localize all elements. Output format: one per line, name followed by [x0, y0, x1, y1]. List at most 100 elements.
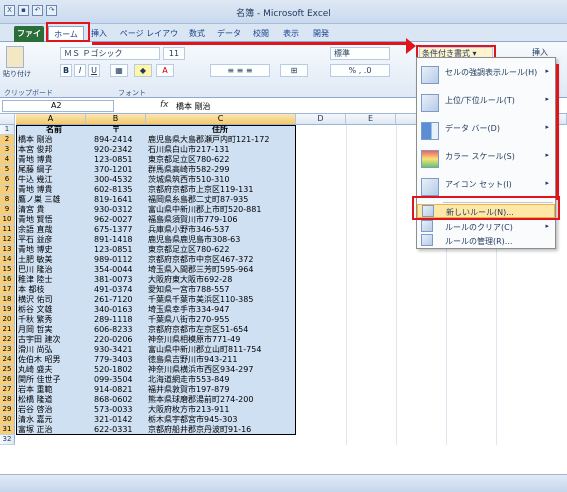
row-header[interactable]: 4	[0, 155, 15, 165]
row-header[interactable]: 9	[0, 205, 15, 215]
header-cell-address[interactable]: 住所	[212, 125, 228, 135]
select-all-corner[interactable]	[0, 114, 15, 125]
cell-address[interactable]: 大阪府枚方市213-911	[148, 405, 294, 415]
row-header[interactable]: 31	[0, 425, 15, 435]
cell-name[interactable]: 本宮 俊邦	[18, 145, 84, 155]
menu-item-color-scales[interactable]: カラー スケール(S) ▸	[417, 146, 555, 172]
cell-name[interactable]: 富塚 正治	[18, 425, 84, 435]
cell-zip[interactable]: 914-0821	[94, 385, 146, 395]
cell-name[interactable]: 青地 賢悟	[18, 215, 84, 225]
cell-zip[interactable]: 300-4532	[94, 175, 146, 185]
cell-address[interactable]: 千葉県八街市270-955	[148, 315, 294, 325]
font-color-button[interactable]: A	[156, 64, 174, 77]
cell-zip[interactable]: 930-3421	[94, 345, 146, 355]
cell-name[interactable]: 栃谷 文雄	[18, 305, 84, 315]
cell-zip[interactable]: 622-0331	[94, 425, 146, 435]
cell-name[interactable]: 土肥 敏美	[18, 255, 84, 265]
cell-zip[interactable]: 602-8135	[94, 185, 146, 195]
formula-input[interactable]: 橋本 剛治	[176, 101, 211, 112]
bold-button[interactable]: B	[60, 64, 72, 77]
cell-name[interactable]: 青地 博史	[18, 245, 84, 255]
menu-item-top-bottom[interactable]: 上位/下位ルール(T) ▸	[417, 90, 555, 116]
cell-name[interactable]: 岩本 重範	[18, 385, 84, 395]
column-header-b[interactable]: B	[86, 114, 146, 125]
tab-page-layout[interactable]: ページ レイアウト	[118, 26, 180, 53]
row-header[interactable]: 6	[0, 175, 15, 185]
menu-item-clear-rules[interactable]: ルールのクリア(C) ▸	[417, 220, 555, 234]
wrap-merge-button[interactable]: ⊞	[280, 64, 308, 77]
cell-zip[interactable]: 819-1641	[94, 195, 146, 205]
row-header[interactable]: 12	[0, 235, 15, 245]
font-name-select[interactable]: ＭＳ Ｐゴシック	[60, 47, 160, 60]
border-button[interactable]: ▦	[110, 64, 128, 77]
row-header[interactable]: 21	[0, 325, 15, 335]
cell-address[interactable]: 福岡県糸島郡二丈町87-935	[148, 195, 294, 205]
row-header[interactable]: 5	[0, 165, 15, 175]
cell-name[interactable]: 清水 嘉元	[18, 415, 84, 425]
fill-color-button[interactable]: ◆	[134, 64, 152, 77]
row-header[interactable]: 16	[0, 275, 15, 285]
cell-name[interactable]: 月岡 哲実	[18, 325, 84, 335]
cell-name[interactable]: 橋本 剛治	[18, 135, 84, 145]
cell-name[interactable]: 千秋 繁秀	[18, 315, 84, 325]
number-format-select[interactable]: 標準	[330, 47, 390, 60]
cell-address[interactable]: 富山県中新川郡上市町520-881	[148, 205, 294, 215]
cell-zip[interactable]: 779-3403	[94, 355, 146, 365]
cell-address[interactable]: 徳島県吉野川市943-211	[148, 355, 294, 365]
cell-zip[interactable]: 920-2342	[94, 145, 146, 155]
row-header[interactable]: 30	[0, 415, 15, 425]
cell-name[interactable]: 青地 博貴	[18, 155, 84, 165]
cell-name[interactable]: 余語 直哉	[18, 225, 84, 235]
cell-address[interactable]: 鹿児島県大島郡瀬戸内町121-172	[148, 135, 294, 145]
alignment-buttons[interactable]: ≡ ≡ ≡	[210, 64, 270, 77]
row-header[interactable]: 15	[0, 265, 15, 275]
row-header[interactable]: 10	[0, 215, 15, 225]
row-header[interactable]: 17	[0, 285, 15, 295]
cell-name[interactable]: 横沢 佑司	[18, 295, 84, 305]
row-header[interactable]: 28	[0, 395, 15, 405]
cell-name[interactable]: 稚津 陸士	[18, 275, 84, 285]
tab-insert[interactable]: 挿入	[88, 26, 110, 42]
cell-zip[interactable]: 573-0033	[94, 405, 146, 415]
cell-name[interactable]: 鷹ノ巣 三雄	[18, 195, 84, 205]
cell-zip[interactable]: 894-2414	[94, 135, 146, 145]
cell-address[interactable]: 京都府京都市左京区51-654	[148, 325, 294, 335]
header-cell-zip[interactable]: 〒	[112, 125, 120, 135]
row-header[interactable]: 11	[0, 225, 15, 235]
cell-address[interactable]: 京都府京都市中京区467-372	[148, 255, 294, 265]
row-header[interactable]: 23	[0, 345, 15, 355]
cell-zip[interactable]: 354-0044	[94, 265, 146, 275]
cell-address[interactable]: 石川県白山市217-131	[148, 145, 294, 155]
cell-address[interactable]: 埼玉県入間郡三芳町595-964	[148, 265, 294, 275]
cell-zip[interactable]: 220-0206	[94, 335, 146, 345]
cell-zip[interactable]: 370-1201	[94, 165, 146, 175]
cell-address[interactable]: 愛知県一宮市788-557	[148, 285, 294, 295]
row-header[interactable]: 29	[0, 405, 15, 415]
cell-zip[interactable]: 381-0073	[94, 275, 146, 285]
cell-name[interactable]: 本 都枝	[18, 285, 84, 295]
cell-zip[interactable]: 868-0602	[94, 395, 146, 405]
cell-address[interactable]: 京都府京都市上京区119-131	[148, 185, 294, 195]
cell-address[interactable]: 熊本県球磨郡湯前町274-200	[148, 395, 294, 405]
paste-icon[interactable]	[6, 46, 24, 68]
cell-address[interactable]: 富山県中新川郡立山町811-754	[148, 345, 294, 355]
cell-address[interactable]: 大阪府東大阪市692-28	[148, 275, 294, 285]
cell-zip[interactable]: 123-0851	[94, 155, 146, 165]
row-header[interactable]: 18	[0, 295, 15, 305]
cell-name[interactable]: 丸崎 盛夫	[18, 365, 84, 375]
cell-name[interactable]: 尾藤 綱子	[18, 165, 84, 175]
menu-item-highlight-rules[interactable]: セルの強調表示ルール(H) ▸	[417, 62, 555, 88]
cell-address[interactable]: 神奈川県横浜市西区934-297	[148, 365, 294, 375]
row-header[interactable]: 2	[0, 135, 15, 145]
cell-zip[interactable]: 261-7120	[94, 295, 146, 305]
cell-zip[interactable]: 520-1802	[94, 365, 146, 375]
cell-address[interactable]: 東京都足立区780-622	[148, 245, 294, 255]
row-header[interactable]: 25	[0, 365, 15, 375]
cell-zip[interactable]: 675-1377	[94, 225, 146, 235]
underline-button[interactable]: U	[88, 64, 100, 77]
cell-zip[interactable]: 289-1118	[94, 315, 146, 325]
cell-zip[interactable]: 891-1418	[94, 235, 146, 245]
row-header[interactable]: 20	[0, 315, 15, 325]
cell-address[interactable]: 群馬県高崎市582-299	[148, 165, 294, 175]
cell-name[interactable]: 松橋 隆道	[18, 395, 84, 405]
